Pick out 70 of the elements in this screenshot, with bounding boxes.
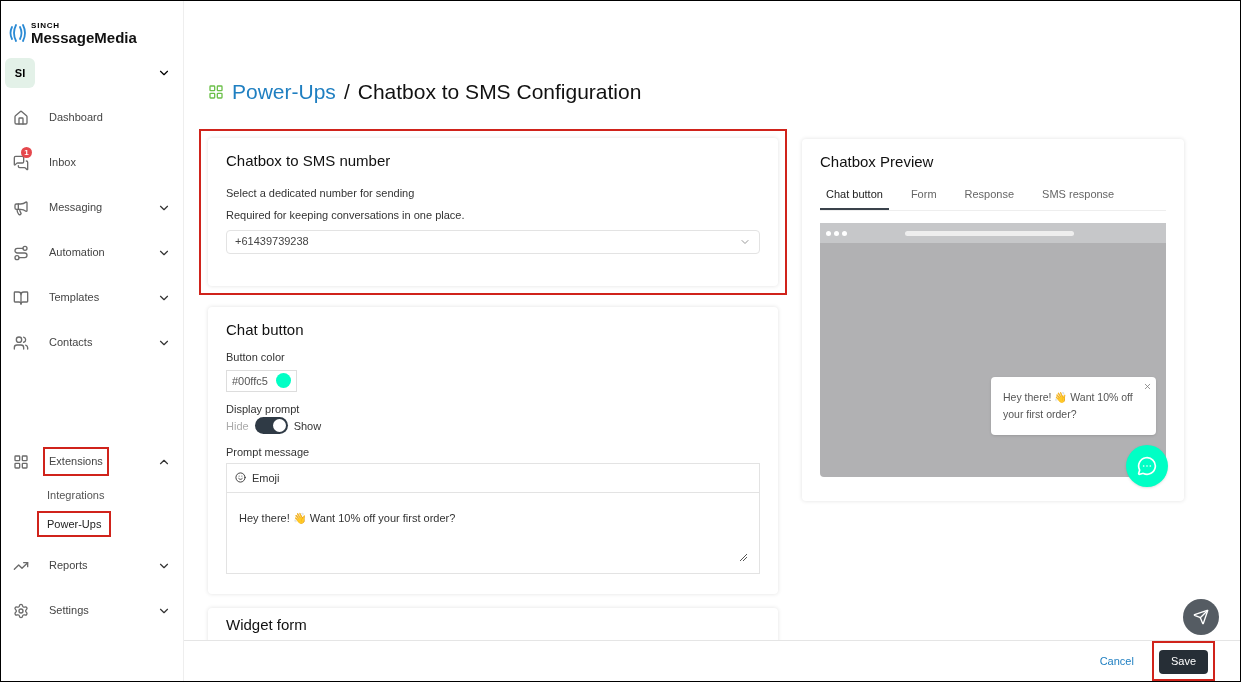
card-title: Widget form (226, 614, 308, 635)
select-value: +61439739238 (235, 234, 310, 250)
sidebar-item[interactable]: Settings (45, 598, 93, 623)
close-icon[interactable] (1143, 382, 1152, 391)
sidebar-row[interactable]: Messaging (1, 185, 183, 230)
card-title: Chat button (226, 319, 305, 340)
field-label: Display prompt (226, 401, 301, 417)
sidebar-row[interactable]: 1 Inbox (1, 140, 183, 185)
submenu-item[interactable]: Integrations (39, 484, 113, 507)
field-label: Button color (226, 350, 286, 365)
preview-tab[interactable]: Form (904, 185, 943, 210)
sidebar-row[interactable]: Contacts (1, 320, 183, 365)
smiley-icon (235, 472, 246, 484)
sidebar-item[interactable]: Automation (45, 240, 109, 265)
sidebar-row[interactable]: Dashboard (1, 95, 183, 140)
card-title: Chatbox Preview (820, 152, 935, 172)
bubble-text: Hey there! 👋 Want 10% off your first order? (1003, 390, 1134, 422)
preview-tab[interactable]: Response (958, 185, 1021, 210)
color-field[interactable]: #00ffc5 (226, 369, 297, 392)
chat-icon (1137, 456, 1157, 476)
send-fab[interactable] (1183, 599, 1219, 635)
field-label: Prompt message (226, 445, 311, 461)
emoji-button[interactable]: Emoji (227, 463, 759, 493)
grid-icon (208, 84, 224, 100)
brand-name: MessageMedia (31, 29, 137, 45)
sidebar-item[interactable]: Extensions (45, 449, 107, 474)
grid-icon (13, 453, 29, 470)
sidebar-item[interactable]: Contacts (45, 330, 97, 355)
resize-handle-icon[interactable] (740, 553, 747, 561)
cancel-link[interactable]: Cancel (1099, 652, 1134, 670)
save-button[interactable]: Save (1158, 649, 1208, 674)
help-text: Required for keeping conversations in one place. (226, 208, 466, 223)
people-icon (13, 334, 29, 351)
route-icon (13, 244, 29, 261)
logo-icon (9, 23, 27, 43)
help-text: Select a dedicated number for sending (226, 185, 416, 201)
number-select[interactable]: +61439739238 (226, 229, 760, 254)
megaphone-icon (13, 199, 29, 216)
toggle-on-label: Show (293, 418, 322, 434)
message-text: Hey there! 👋 Want 10% off your first order? (239, 511, 456, 524)
brand-tagline: SINCH (31, 21, 61, 30)
send-icon (1193, 609, 1209, 625)
breadcrumb-link[interactable]: Power-Ups (232, 76, 336, 108)
sidebar-item[interactable]: Reports (45, 553, 92, 578)
preview-tab[interactable]: SMS response (1036, 185, 1121, 210)
toggle-off-label: Hide (226, 418, 249, 434)
sidebar-row[interactable]: Extensions (1, 439, 183, 484)
breadcrumb-separator: / (343, 79, 350, 106)
sidebar-item[interactable]: Dashboard (45, 105, 107, 130)
gear-icon (13, 602, 29, 619)
sidebar-row[interactable]: Settings (1, 588, 183, 633)
sidebar-item[interactable]: Inbox (45, 150, 80, 175)
toggle-switch[interactable] (254, 417, 288, 435)
notification-badge: 1 (21, 146, 32, 158)
sidebar-item[interactable]: Templates (45, 285, 104, 310)
sidebar-row[interactable]: Reports (1, 543, 183, 588)
sidebar-item[interactable]: Messaging (45, 195, 107, 220)
sidebar-row[interactable]: Automation (1, 230, 183, 275)
preview-tab[interactable]: Chat button (820, 185, 889, 210)
page-title: Chatbox to SMS Configuration (357, 79, 642, 106)
color-value: #00ffc5 (232, 373, 268, 389)
home-icon (13, 109, 29, 126)
sidebar-row[interactable]: Templates (1, 275, 183, 320)
card-title: Chatbox to SMS number (226, 151, 392, 171)
account-avatar[interactable]: SI (5, 58, 35, 88)
message-textarea[interactable]: Hey there! 👋 Want 10% off your first order? (227, 492, 759, 573)
book-icon (13, 289, 29, 306)
chat-bubbles-icon (13, 154, 29, 171)
toggle-knob (272, 419, 286, 433)
submenu-item[interactable]: Power-Ups (39, 512, 110, 535)
